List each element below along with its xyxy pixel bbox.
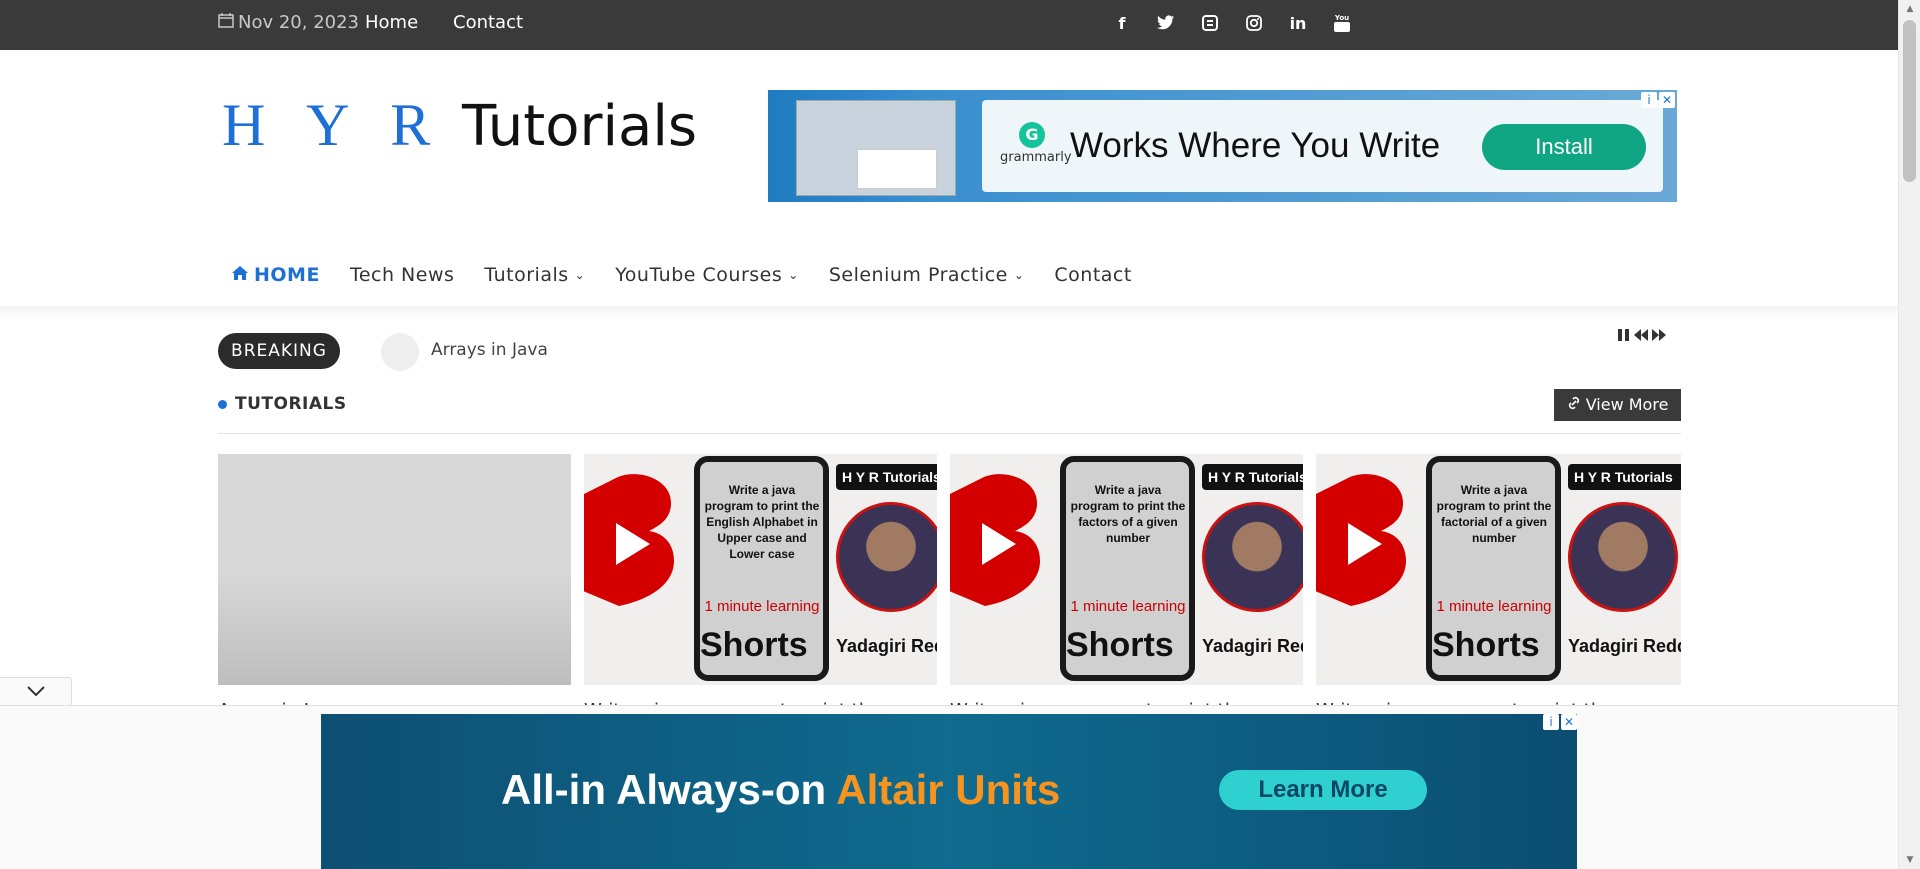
ad-close-icon[interactable]: ✕ (1659, 92, 1675, 108)
nav-item-label: Tech News (349, 264, 455, 286)
linkedin-icon[interactable]: in (1288, 12, 1308, 34)
collapse-ad-toggle[interactable] (0, 677, 72, 705)
ad-headline: Works Where You Write (1070, 126, 1441, 165)
nav-item-label: YouTube Courses (615, 264, 783, 286)
social-links: f in You (1112, 12, 1352, 34)
avatar (836, 502, 937, 612)
date-display: Nov 20, 2023 (218, 12, 359, 33)
top-ad-banner[interactable]: G grammarly Works Where You Write Instal… (768, 90, 1677, 202)
post-card-thumbnail[interactable] (218, 454, 571, 685)
chevron-down-icon: ⌄ (1013, 268, 1025, 282)
link-icon (1567, 395, 1586, 414)
youtube-shorts-logo (950, 474, 1040, 606)
instagram-icon[interactable] (1244, 12, 1264, 34)
twitter-icon[interactable] (1156, 12, 1176, 34)
install-button[interactable]: Install (1482, 124, 1646, 170)
chevron-down-icon: ⌄ (788, 268, 799, 282)
scrollbar-thumb[interactable] (1903, 20, 1916, 182)
post-card-thumbnail[interactable]: Write a java program to print the factor… (950, 454, 1303, 685)
section-title: TUTORIALS (218, 394, 347, 414)
previous-icon[interactable] (1633, 327, 1649, 346)
avatar (1568, 502, 1678, 612)
shorts-label: Shorts (1432, 626, 1540, 664)
shorts-label: Shorts (700, 626, 808, 664)
chevron-down-icon (26, 682, 46, 701)
breaking-badge: BREAKING (218, 333, 340, 369)
ad-screenshot-image (796, 100, 956, 196)
post-card-thumbnail[interactable]: Write a java program to print the Englis… (584, 454, 937, 685)
section-title-text: TUTORIALS (235, 394, 347, 414)
post-card-thumbnail[interactable]: Write a java program to print the factor… (1316, 454, 1681, 685)
nav-divider (0, 306, 1898, 320)
nav-item-youtube-courses[interactable]: YouTube Courses ⌄ (615, 264, 799, 286)
bullet-icon (218, 399, 227, 409)
nav-item-label: Contact (1054, 264, 1132, 286)
date-text: Nov 20, 2023 (238, 12, 360, 33)
learn-more-button[interactable]: Learn More (1219, 770, 1427, 810)
topbar-link-home[interactable]: Home (365, 12, 418, 33)
channel-brand: H Y R Tutorials (836, 464, 937, 490)
nav-item-home[interactable]: HOME (232, 264, 320, 286)
bottom-ad-banner[interactable]: All-in Always-on Altair Units Learn More… (321, 714, 1577, 869)
nav-item-selenium-practice[interactable]: Selenium Practice ⌄ (829, 264, 1025, 286)
ticker-controls (1617, 327, 1667, 346)
ticker-thumbnail (381, 333, 419, 371)
nav-item-label: HOME (254, 264, 320, 286)
avatar (1202, 502, 1303, 612)
nav-item-label: Tutorials (484, 264, 569, 286)
nav-item-tech-news[interactable]: Tech News (350, 264, 454, 286)
view-more-button[interactable]: View More (1554, 389, 1681, 421)
facebook-icon[interactable]: f (1112, 12, 1132, 34)
scroll-up-icon[interactable]: ▲ (1899, 0, 1920, 18)
ad-headline: All-in Always-on Altair Units (501, 766, 1061, 813)
nav-item-contact[interactable]: Contact (1054, 264, 1131, 286)
vertical-scrollbar[interactable]: ▲ ▼ (1898, 0, 1920, 869)
logo-part1: H Y R (222, 92, 445, 158)
site-logo[interactable]: H Y R Tutorials (222, 90, 697, 160)
top-bar: Nov 20, 2023 Home Contact f in You (0, 0, 1898, 50)
nav-item-label: Selenium Practice (828, 264, 1008, 286)
home-icon (232, 264, 248, 286)
view-more-label: View More (1585, 395, 1669, 414)
youtube-shorts-logo (1316, 474, 1406, 606)
main-nav: HOME Tech News Tutorials ⌄ YouTube Cours… (232, 264, 1162, 286)
next-icon[interactable] (1651, 327, 1667, 346)
author-name: Yadagiri Reddy (1202, 636, 1303, 656)
logo-part2: Tutorials (444, 94, 698, 159)
svg-text:You: You (1334, 14, 1349, 22)
scroll-down-icon[interactable]: ▼ (1899, 851, 1920, 869)
ticker-headline[interactable]: Arrays in Java (431, 340, 548, 360)
ad-card: G grammarly Works Where You Write Instal… (982, 100, 1663, 192)
channel-brand: H Y R Tutorials (1202, 464, 1303, 490)
shorts-label: Shorts (1066, 626, 1174, 664)
chevron-down-icon: ⌄ (574, 268, 586, 282)
ad-info-icon[interactable]: i (1543, 714, 1559, 730)
channel-brand: H Y R Tutorials (1568, 464, 1681, 490)
ad-info-icon[interactable]: i (1641, 92, 1657, 108)
ad-close-icon[interactable]: ✕ (1561, 714, 1577, 730)
youtube-shorts-logo (584, 474, 674, 606)
topbar-link-contact[interactable]: Contact (453, 12, 523, 33)
author-name: Yadagiri Reddy (836, 636, 937, 656)
youtube-icon[interactable]: You (1332, 12, 1352, 34)
nav-item-tutorials[interactable]: Tutorials ⌄ (484, 264, 585, 286)
blogger-icon[interactable] (1200, 12, 1220, 34)
author-name: Yadagiri Reddy (1568, 636, 1681, 656)
pause-icon[interactable] (1617, 327, 1631, 346)
grammarly-logo: G grammarly (1000, 122, 1072, 165)
calendar-icon (218, 12, 234, 33)
section-divider (218, 433, 1681, 434)
